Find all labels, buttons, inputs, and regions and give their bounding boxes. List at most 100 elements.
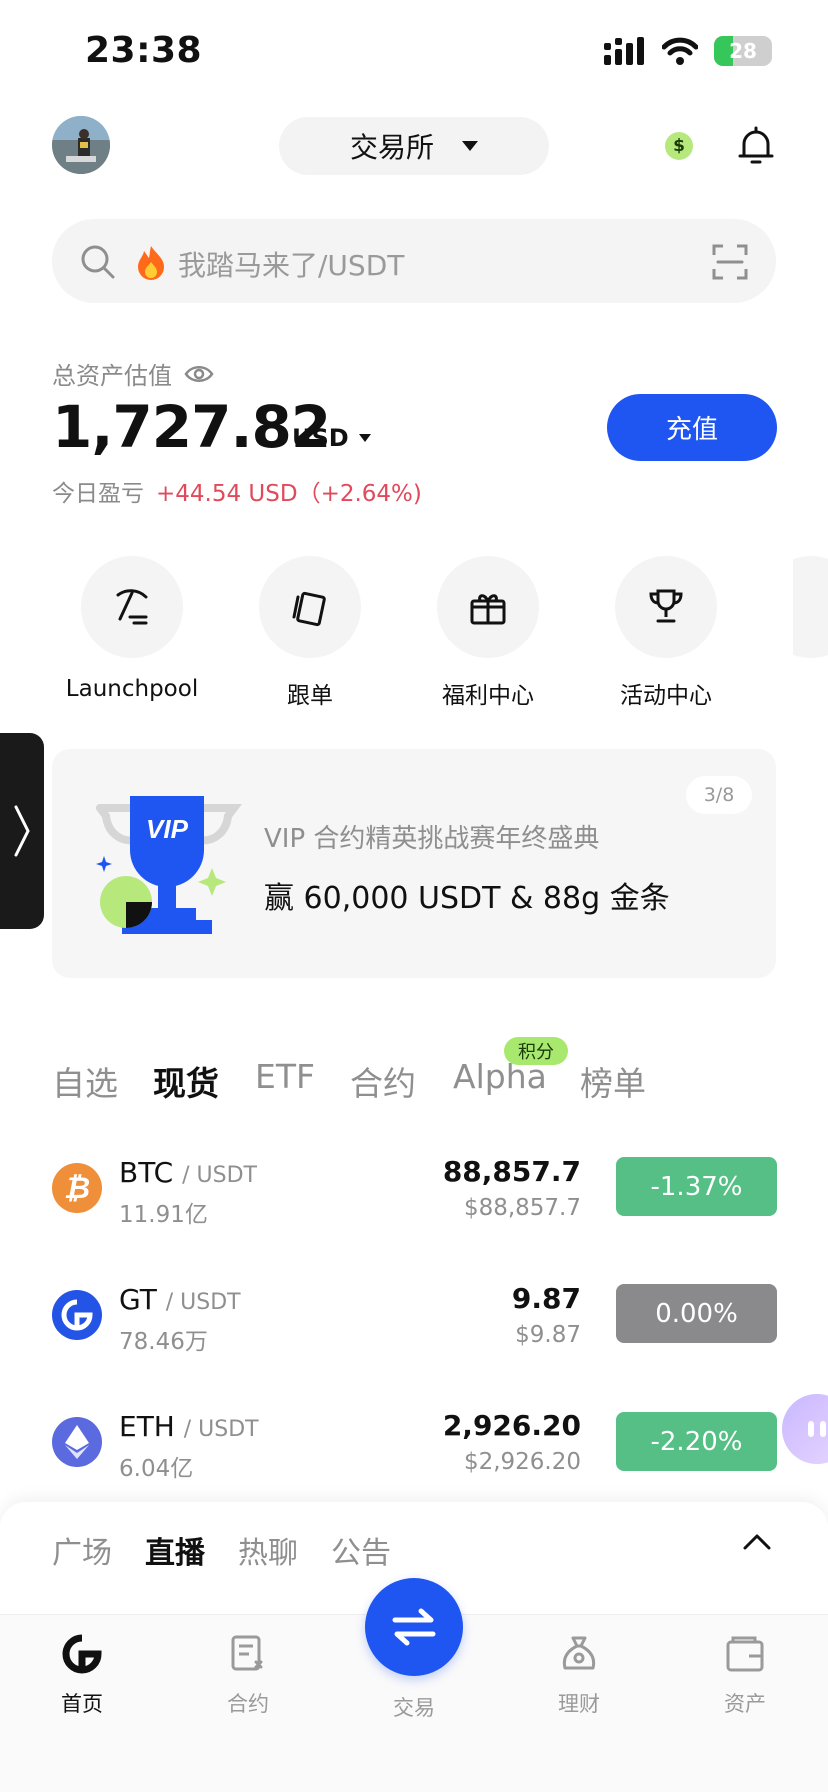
vip-badge-text: VIP <box>146 814 189 844</box>
nav-assets[interactable]: 资产 <box>695 1634 795 1718</box>
points-badge: 积分 <box>504 1037 568 1065</box>
wallet-icon <box>726 1636 764 1672</box>
exchange-label: 交易所 <box>349 131 434 164</box>
quote-asset: / USDT <box>182 1163 257 1188</box>
base-asset: ETH <box>119 1410 175 1443</box>
fire-icon <box>138 246 164 280</box>
shortcut-label: Launchpool <box>65 676 199 702</box>
nav-label: 首页 <box>61 1692 103 1716</box>
avatar[interactable] <box>52 116 110 174</box>
ethereum-logo-icon <box>65 1425 89 1459</box>
total-assets-value: 1,727.82 <box>52 393 331 461</box>
nav-label: 理财 <box>558 1692 600 1716</box>
banner-title: VIP 合约精英挑战赛年终盛典 <box>264 824 600 854</box>
tab-live[interactable]: 直播 <box>145 1528 205 1572</box>
tab-hot-chat[interactable]: 热聊 <box>238 1528 298 1572</box>
btc-icon: ₿ <box>52 1163 102 1213</box>
tab-spot[interactable]: 现货 <box>153 1057 219 1105</box>
pair-symbol: BTC / USDT <box>119 1156 257 1189</box>
avatar-photo <box>52 116 110 174</box>
gt-icon <box>52 1290 102 1340</box>
nav-label[interactable]: 交易 <box>364 1692 464 1722</box>
eth-icon <box>52 1417 102 1467</box>
cellular-signal-icon <box>604 37 644 65</box>
base-asset: GT <box>119 1283 157 1316</box>
eye-icon[interactable] <box>184 364 214 384</box>
pair-volume: 11.91亿 <box>119 1202 208 1228</box>
pair-symbol: GT / USDT <box>119 1283 241 1316</box>
swap-icon <box>392 1608 436 1646</box>
pair-volume: 6.04亿 <box>119 1456 194 1482</box>
total-assets-label: 总资产估值 <box>52 356 214 391</box>
chevron-up-icon[interactable] <box>742 1532 772 1552</box>
money-bag-icon <box>562 1636 596 1670</box>
search-placeholder[interactable]: 我踏马来了/USDT <box>178 244 404 284</box>
fiat-price: $2,926.20 <box>463 1449 581 1475</box>
last-price: 88,857.7 <box>442 1155 581 1188</box>
pair-volume: 78.46万 <box>119 1329 208 1355</box>
tab-square[interactable]: 广场 <box>52 1528 112 1572</box>
last-price: 9.87 <box>511 1282 581 1315</box>
quote-asset: / USDT <box>183 1417 259 1442</box>
tab-etf[interactable]: ETF <box>255 1057 315 1096</box>
nav-label: 合约 <box>227 1692 269 1716</box>
nav-home[interactable]: 首页 <box>32 1634 132 1718</box>
trade-button[interactable] <box>365 1578 463 1676</box>
fiat-price: $88,857.7 <box>463 1195 581 1221</box>
last-price: 2,926.20 <box>442 1409 581 1442</box>
tab-futures[interactable]: 合约 <box>350 1057 416 1105</box>
cards-icon <box>292 591 326 627</box>
scan-icon[interactable] <box>712 244 748 280</box>
shortcut-launchpool[interactable]: Launchpool <box>66 556 198 702</box>
shortcut-rewards[interactable]: 福利中心 <box>437 556 539 710</box>
deposit-button[interactable]: 充值 <box>607 394 777 461</box>
search-icon <box>81 245 115 279</box>
currency-selector[interactable]: USD <box>292 424 371 452</box>
trophy-icon <box>649 589 683 623</box>
exchange-selector[interactable]: 交易所 <box>279 117 549 175</box>
change-badge[interactable]: -1.37% <box>616 1157 777 1216</box>
wifi-icon <box>662 37 698 65</box>
change-badge[interactable]: -2.20% <box>616 1412 777 1471</box>
gate-logo-icon <box>61 1299 93 1331</box>
tab-rankings[interactable]: 榜单 <box>580 1057 646 1105</box>
pnl-label: 今日盈亏 <box>52 481 144 507</box>
change-badge[interactable]: 0.00% <box>616 1284 777 1343</box>
tab-favorites[interactable]: 自选 <box>52 1057 118 1105</box>
pnl-value: +44.54 USD（+2.64%) <box>156 481 422 507</box>
nav-futures[interactable]: 合约 <box>198 1634 298 1718</box>
chat-assistant-bubble[interactable] <box>782 1394 828 1464</box>
fiat-price: $9.87 <box>515 1322 581 1348</box>
banner-counter: 3/8 <box>686 776 752 814</box>
side-drawer-tab[interactable] <box>0 733 44 929</box>
dollar-coin-icon[interactable]: $ <box>665 132 693 160</box>
shortcut-label: 跟单 <box>287 683 333 709</box>
battery-level: 28 <box>729 39 757 63</box>
caret-down-icon <box>462 141 478 151</box>
quote-asset: / USDT <box>165 1290 241 1315</box>
status-time: 23:38 <box>85 30 203 71</box>
pair-symbol: ETH / USDT <box>119 1410 259 1443</box>
shortcut-events[interactable]: 活动中心 <box>615 556 717 710</box>
vip-trophy-icon: VIP <box>96 796 242 934</box>
home-logo-icon <box>62 1634 102 1674</box>
contract-icon <box>231 1635 263 1671</box>
status-icons: 28 <box>604 36 772 66</box>
assets-label-text: 总资产估值 <box>52 362 172 390</box>
tab-announcements[interactable]: 公告 <box>331 1528 391 1572</box>
chevron-right-icon <box>14 805 30 857</box>
gift-icon <box>470 594 506 625</box>
currency-label: USD <box>292 424 349 452</box>
caret-down-icon <box>358 434 371 442</box>
bell-icon[interactable] <box>738 126 774 166</box>
nav-earn[interactable]: 理财 <box>529 1634 629 1718</box>
banner-subtitle: 赢 60,000 USDT & 88g 金条 <box>264 881 670 916</box>
shortcut-label: 福利中心 <box>442 683 534 709</box>
shortcut-more[interactable] <box>793 556 828 658</box>
battery-icon: 28 <box>714 36 772 66</box>
pickaxe-icon <box>116 589 148 625</box>
today-pnl: 今日盈亏 +44.54 USD（+2.64%) <box>52 474 422 508</box>
shortcut-label: 活动中心 <box>620 683 712 709</box>
nav-label: 资产 <box>724 1692 766 1716</box>
shortcut-copy-trading[interactable]: 跟单 <box>259 556 361 710</box>
